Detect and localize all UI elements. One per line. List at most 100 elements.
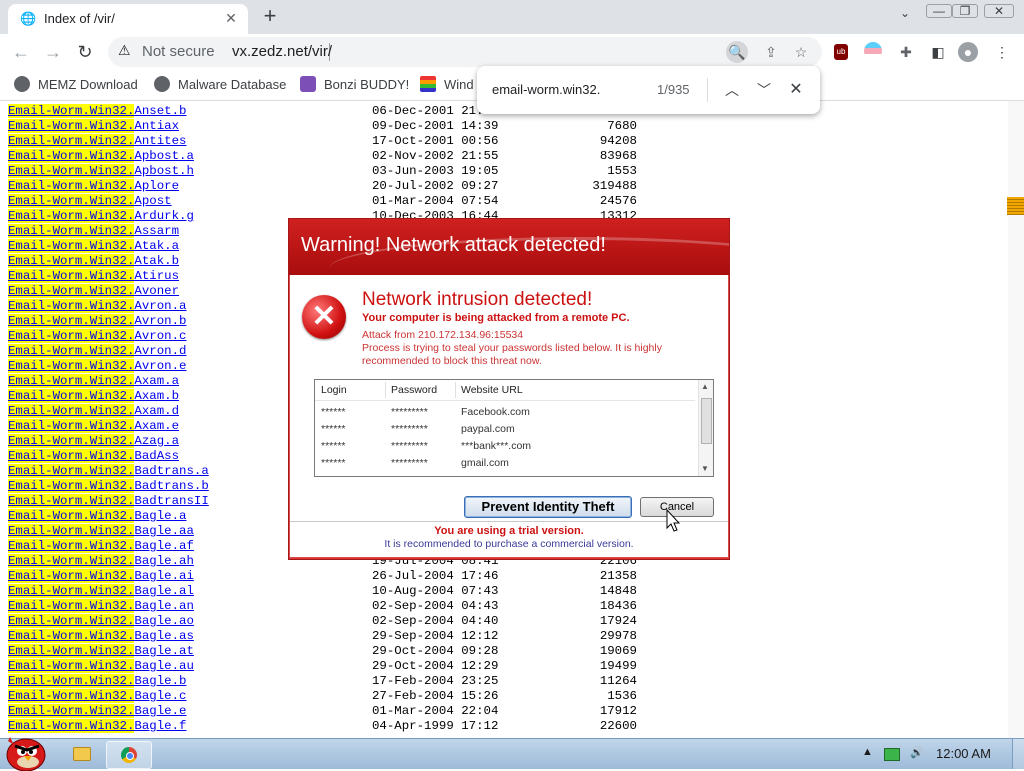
file-link[interactable]: Email-Worm.Win32.Bagle.b [8, 674, 186, 688]
new-tab-button[interactable]: + [258, 5, 282, 29]
bookmark-memz[interactable]: MEMZ Download [14, 76, 138, 92]
table-row: Email-Worm.Win32.Avoner [8, 284, 179, 299]
purchase-notice: It is recommended to purchase a commerci… [384, 538, 634, 550]
file-link[interactable]: Email-Worm.Win32.Bagle.ai [8, 569, 194, 583]
column-password[interactable]: Password [391, 384, 437, 396]
bookmark-bonzi-buddy[interactable]: Bonzi BUDDY! [300, 76, 409, 92]
file-name-suffix: Avron.c [134, 329, 187, 343]
bookmark-malware-database[interactable]: Malware Database [154, 76, 286, 92]
file-link[interactable]: Email-Worm.Win32.Badtrans.a [8, 464, 209, 478]
file-link[interactable]: Email-Worm.Win32.Avron.c [8, 329, 186, 343]
extensions-puzzle-icon[interactable]: ✚ [896, 42, 916, 62]
bookmark-windows[interactable]: Wind [420, 76, 474, 92]
file-link[interactable]: Email-Worm.Win32.Avron.a [8, 299, 186, 313]
file-link[interactable]: Email-Worm.Win32.Azag.a [8, 434, 179, 448]
file-link[interactable]: Email-Worm.Win32.Axam.b [8, 389, 179, 403]
file-link[interactable]: Email-Worm.Win32.BadtransII [8, 494, 209, 508]
find-divider [707, 78, 708, 102]
file-link[interactable]: Email-Worm.Win32.Apbost.h [8, 164, 194, 178]
file-link[interactable]: Email-Worm.Win32.Anset.b [8, 104, 186, 118]
file-link[interactable]: Email-Worm.Win32.Badtrans.b [8, 479, 209, 493]
password-list[interactable]: Login Password Website URL ****** ******… [314, 379, 714, 477]
file-date: 01-Mar-2004 07:54 [372, 194, 499, 208]
column-website-url[interactable]: Website URL [461, 384, 523, 396]
file-link[interactable]: Email-Worm.Win32.Bagle.c [8, 689, 186, 703]
file-link[interactable]: Email-Worm.Win32.Bagle.al [8, 584, 194, 598]
file-link[interactable]: Email-Worm.Win32.Atak.b [8, 254, 179, 268]
find-close-icon[interactable]: ✕ [784, 78, 808, 102]
side-panel-icon[interactable]: ◧ [928, 42, 948, 62]
find-input[interactable]: email-worm.win32. [492, 82, 600, 97]
url-text[interactable]: vx.zedz.net/vir/ [232, 43, 332, 60]
column-login[interactable]: Login [321, 384, 347, 396]
file-link[interactable]: Email-Worm.Win32.Bagle.an [8, 599, 194, 613]
find-icon[interactable]: 🔍 [726, 41, 748, 63]
file-link[interactable]: Email-Worm.Win32.Bagle.a [8, 509, 186, 523]
restore-icon[interactable]: ❐ [952, 4, 978, 18]
file-link[interactable]: Email-Worm.Win32.Axam.e [8, 419, 179, 433]
file-link[interactable]: Email-Worm.Win32.Avoner [8, 284, 179, 298]
scroll-down-icon[interactable]: ▼ [701, 464, 709, 473]
file-link[interactable]: Email-Worm.Win32.Antiax [8, 119, 179, 133]
file-explorer-icon[interactable] [60, 741, 104, 767]
chevron-down-icon[interactable]: ⌄ [890, 4, 920, 22]
tray-expand-icon[interactable]: ▲ [862, 746, 873, 758]
tab-index-vir[interactable]: 🌐 Index of /vir/ ✕ [8, 4, 248, 34]
file-link[interactable]: Email-Worm.Win32.Axam.a [8, 374, 179, 388]
file-link[interactable]: Email-Worm.Win32.Avron.d [8, 344, 186, 358]
dialog-title: Warning! Network attack detected! [301, 234, 606, 256]
scroll-up-icon[interactable]: ▲ [701, 382, 709, 391]
file-link[interactable]: Email-Worm.Win32.Bagle.au [8, 659, 194, 673]
file-link[interactable]: Email-Worm.Win32.Bagle.af [8, 539, 194, 553]
show-desktop-button[interactable] [1012, 739, 1024, 769]
file-link[interactable]: Email-Worm.Win32.Apost [8, 194, 172, 208]
flag-extension-icon[interactable] [864, 42, 882, 60]
close-window-icon[interactable]: ✕ [984, 4, 1014, 18]
chrome-taskbar-icon[interactable] [106, 741, 152, 769]
address-bar[interactable]: ⚠ Not secure vx.zedz.net/vir/ 🔍 ⇪ ☆ [108, 37, 822, 67]
file-link[interactable]: Email-Worm.Win32.Bagle.as [8, 629, 194, 643]
password-list-scrollbar[interactable]: ▲ ▼ [698, 380, 713, 476]
file-link[interactable]: Email-Worm.Win32.BadAss [8, 449, 179, 463]
bookmark-star-icon[interactable]: ☆ [790, 41, 812, 63]
close-tab-icon[interactable]: ✕ [222, 9, 240, 27]
security-label[interactable]: Not secure [142, 43, 215, 60]
menu-kebab-icon[interactable]: ⋮ [992, 42, 1012, 62]
profile-avatar-icon[interactable]: ● [958, 42, 978, 62]
angry-bird-start-icon[interactable] [2, 731, 48, 771]
table-row: Email-Worm.Win32.Badtrans.a [8, 464, 209, 479]
back-icon[interactable]: ← [8, 40, 34, 64]
ublock-icon[interactable]: ub [834, 44, 848, 60]
file-link[interactable]: Email-Worm.Win32.Antites [8, 134, 186, 148]
file-link[interactable]: Email-Worm.Win32.Atirus [8, 269, 179, 283]
file-link[interactable]: Email-Worm.Win32.Assarm [8, 224, 179, 238]
minimize-icon[interactable]: — [926, 4, 952, 18]
file-date: 02-Sep-2004 04:40 [372, 614, 499, 628]
scroll-thumb[interactable] [701, 398, 712, 444]
file-link[interactable]: Email-Worm.Win32.Bagle.ah [8, 554, 194, 568]
file-link[interactable]: Email-Worm.Win32.Bagle.e [8, 704, 186, 718]
reload-icon[interactable]: ↻ [72, 40, 98, 64]
share-icon[interactable]: ⇪ [760, 41, 782, 63]
file-link[interactable]: Email-Worm.Win32.Ardurk.g [8, 209, 194, 223]
find-next-icon[interactable]: ﹀ [752, 78, 776, 102]
find-previous-icon[interactable]: ︿ [720, 78, 744, 102]
warning-icon[interactable]: ⚠ [118, 42, 131, 59]
file-link[interactable]: Email-Worm.Win32.Atak.a [8, 239, 179, 253]
file-link[interactable]: Email-Worm.Win32.Bagle.at [8, 644, 194, 658]
entry-password: ********* [391, 457, 428, 469]
file-link[interactable]: Email-Worm.Win32.Avron.b [8, 314, 186, 328]
taskbar-clock[interactable]: 12:00 AM [936, 746, 991, 761]
file-link[interactable]: Email-Worm.Win32.Bagle.ao [8, 614, 194, 628]
forward-icon[interactable]: → [40, 40, 66, 64]
file-link[interactable]: Email-Worm.Win32.Apbost.a [8, 149, 194, 163]
battery-icon[interactable] [884, 748, 900, 761]
file-link[interactable]: Email-Worm.Win32.Axam.d [8, 404, 179, 418]
table-row: Email-Worm.Win32.Axam.a [8, 374, 179, 389]
file-link[interactable]: Email-Worm.Win32.Aplore [8, 179, 179, 193]
find-highlight: Email-Worm.Win32. [8, 374, 135, 388]
file-link[interactable]: Email-Worm.Win32.Bagle.aa [8, 524, 194, 538]
volume-icon[interactable]: 🔊 [910, 746, 924, 759]
prevent-identity-theft-button[interactable]: Prevent Identity Theft [464, 496, 632, 518]
file-link[interactable]: Email-Worm.Win32.Avron.e [8, 359, 186, 373]
